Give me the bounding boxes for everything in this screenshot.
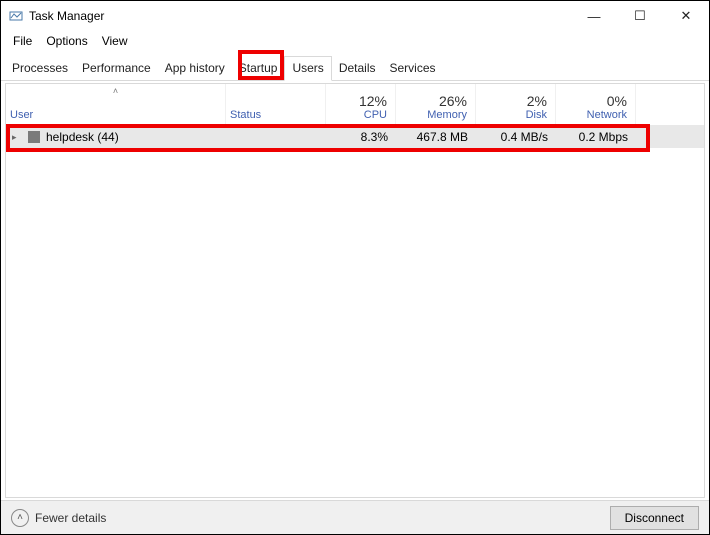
tab-processes[interactable]: Processes — [5, 57, 75, 80]
user-table: ˄ User Status 12% CPU 26% Memory 2% Disk… — [5, 83, 705, 498]
user-icon — [28, 131, 40, 143]
col-user[interactable]: ˄ User — [6, 84, 226, 125]
tab-details[interactable]: Details — [332, 57, 383, 80]
app-icon — [9, 9, 23, 23]
chevron-up-icon: ˄ — [11, 509, 29, 527]
col-memory-pct: 26% — [439, 93, 467, 109]
footer-bar: ˄ Fewer details Disconnect — [1, 500, 709, 534]
tab-app-history[interactable]: App history — [158, 57, 232, 80]
col-cpu[interactable]: 12% CPU — [326, 84, 396, 125]
title-bar: Task Manager — ☐ ✕ — [1, 1, 709, 31]
col-disk[interactable]: 2% Disk — [476, 84, 556, 125]
tab-performance[interactable]: Performance — [75, 57, 158, 80]
expand-chevron-icon[interactable]: ▸ — [12, 132, 22, 143]
menu-view[interactable]: View — [96, 33, 134, 49]
fewer-details-button[interactable]: ˄ Fewer details — [11, 509, 106, 527]
cell-disk: 0.4 MB/s — [476, 130, 556, 144]
col-cpu-pct: 12% — [359, 93, 387, 109]
cell-cpu: 8.3% — [326, 130, 396, 144]
cell-memory: 467.8 MB — [396, 130, 476, 144]
close-button[interactable]: ✕ — [663, 1, 709, 31]
col-status-label: Status — [230, 109, 317, 121]
user-name: helpdesk (44) — [46, 130, 119, 144]
col-disk-pct: 2% — [527, 93, 547, 109]
col-network[interactable]: 0% Network — [556, 84, 636, 125]
tab-services[interactable]: Services — [383, 57, 443, 80]
menu-bar: File Options View — [1, 31, 709, 51]
menu-options[interactable]: Options — [40, 33, 93, 49]
fewer-details-label: Fewer details — [35, 511, 106, 525]
col-user-label: User — [10, 109, 217, 121]
cell-network: 0.2 Mbps — [556, 130, 636, 144]
tab-startup[interactable]: Startup — [232, 57, 285, 80]
menu-file[interactable]: File — [7, 33, 38, 49]
table-row[interactable]: ▸ helpdesk (44) 8.3% 467.8 MB 0.4 MB/s 0… — [6, 126, 704, 148]
col-disk-label: Disk — [526, 109, 547, 121]
col-cpu-label: CPU — [364, 109, 387, 121]
table-header: ˄ User Status 12% CPU 26% Memory 2% Disk… — [6, 84, 704, 126]
tab-strip: Processes Performance App history Startu… — [1, 55, 709, 81]
minimize-button[interactable]: — — [571, 1, 617, 31]
maximize-button[interactable]: ☐ — [617, 1, 663, 31]
window-controls: — ☐ ✕ — [571, 1, 709, 31]
col-network-pct: 0% — [607, 93, 627, 109]
col-memory[interactable]: 26% Memory — [396, 84, 476, 125]
col-memory-label: Memory — [427, 109, 467, 121]
col-status[interactable]: Status — [226, 84, 326, 125]
cell-user: ▸ helpdesk (44) — [6, 130, 226, 144]
sort-asc-icon: ˄ — [113, 86, 118, 96]
disconnect-button[interactable]: Disconnect — [610, 506, 699, 530]
col-network-label: Network — [587, 109, 627, 121]
tab-users[interactable]: Users — [284, 56, 331, 81]
window-title: Task Manager — [29, 9, 104, 23]
